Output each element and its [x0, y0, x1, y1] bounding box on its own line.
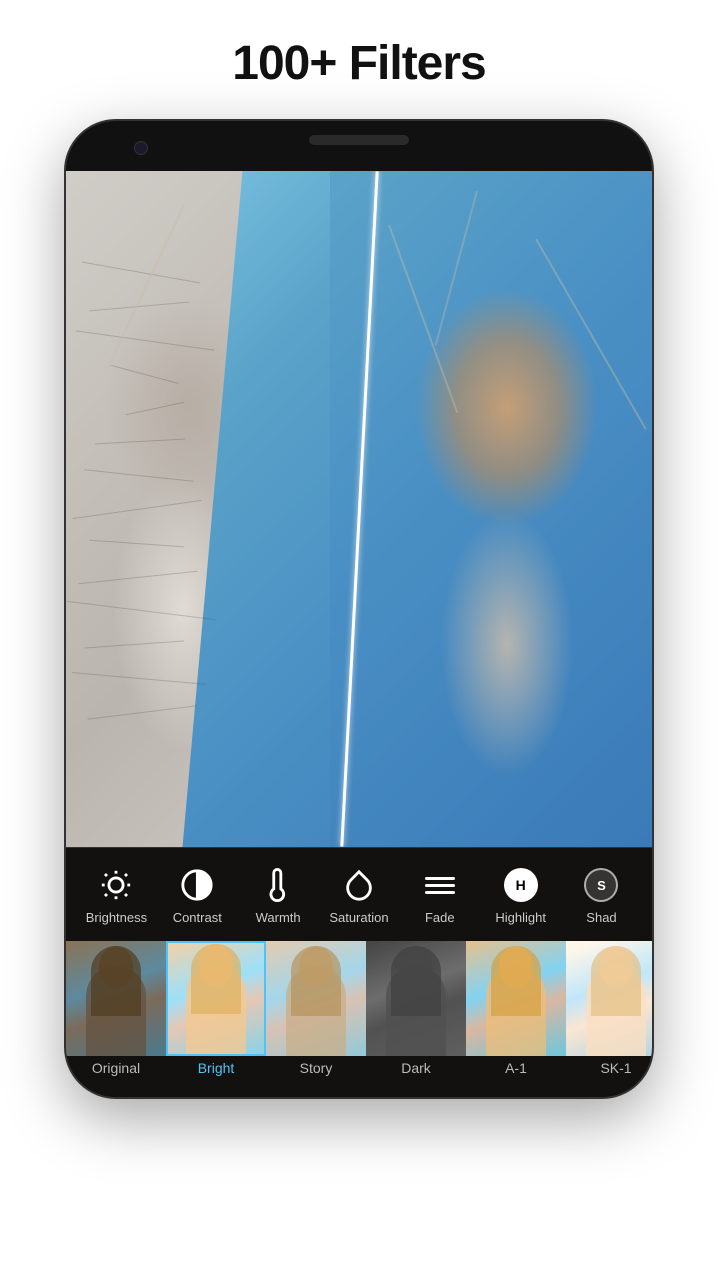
filter-original-label: Original — [92, 1060, 140, 1076]
filter-a1-label: A-1 — [505, 1060, 527, 1076]
filter-bright-label: Bright — [198, 1060, 235, 1076]
phone-speaker — [309, 135, 409, 145]
warmth-label: Warmth — [256, 910, 301, 925]
contrast-icon — [178, 866, 216, 904]
tool-warmth[interactable]: Warmth — [243, 866, 313, 925]
highlight-icon: H — [502, 866, 540, 904]
filter-sk1-label: SK-1 — [600, 1060, 631, 1076]
tool-fade[interactable]: Fade — [405, 866, 475, 925]
filter-a1-thumb — [466, 941, 566, 1056]
saturation-icon — [340, 866, 378, 904]
tool-highlight[interactable]: H Highlight — [486, 866, 556, 925]
toolbar: Brightness Contrast — [66, 847, 652, 1097]
contrast-label: Contrast — [173, 910, 222, 925]
photo-right-color — [330, 171, 652, 847]
filter-story[interactable]: Story — [266, 941, 366, 1076]
fade-icon — [421, 866, 459, 904]
filter-sk1[interactable]: SK-1 — [566, 941, 652, 1076]
filter-original[interactable]: Original — [66, 941, 166, 1076]
phone-frame: Brightness Contrast — [64, 119, 654, 1099]
filter-strip: Original Bright — [66, 933, 652, 1076]
phone-camera — [134, 141, 148, 155]
photo-area — [66, 171, 652, 847]
tool-shadow[interactable]: S Shad — [566, 866, 636, 925]
filter-dark-thumb — [366, 941, 466, 1056]
filter-story-label: Story — [300, 1060, 333, 1076]
shadow-icon: S — [582, 866, 620, 904]
sketch-lines — [66, 171, 359, 847]
filter-original-thumb — [66, 941, 166, 1056]
highlight-label: Highlight — [495, 910, 546, 925]
filter-story-thumb — [266, 941, 366, 1056]
filter-sk1-thumb — [566, 941, 652, 1056]
filter-bright[interactable]: Bright — [166, 941, 266, 1076]
page-title: 100+ Filters — [232, 36, 486, 91]
toolbar-icons-row: Brightness Contrast — [66, 848, 652, 933]
brightness-label: Brightness — [86, 910, 147, 925]
fade-line-1 — [425, 877, 455, 880]
phone-mockup: Brightness Contrast — [64, 119, 654, 1099]
tool-saturation[interactable]: Saturation — [324, 866, 394, 925]
filter-a1[interactable]: A-1 — [466, 941, 566, 1076]
brightness-icon — [97, 866, 135, 904]
fade-line-2 — [425, 884, 455, 887]
fade-line-3 — [425, 891, 455, 894]
tool-contrast[interactable]: Contrast — [162, 866, 232, 925]
filter-bright-thumb — [166, 941, 266, 1056]
filter-dark[interactable]: Dark — [366, 941, 466, 1076]
tool-brightness[interactable]: Brightness — [81, 866, 151, 925]
filter-dark-label: Dark — [401, 1060, 431, 1076]
shadow-label: Shad — [586, 910, 616, 925]
warmth-icon — [259, 866, 297, 904]
fade-label: Fade — [425, 910, 455, 925]
saturation-label: Saturation — [329, 910, 388, 925]
